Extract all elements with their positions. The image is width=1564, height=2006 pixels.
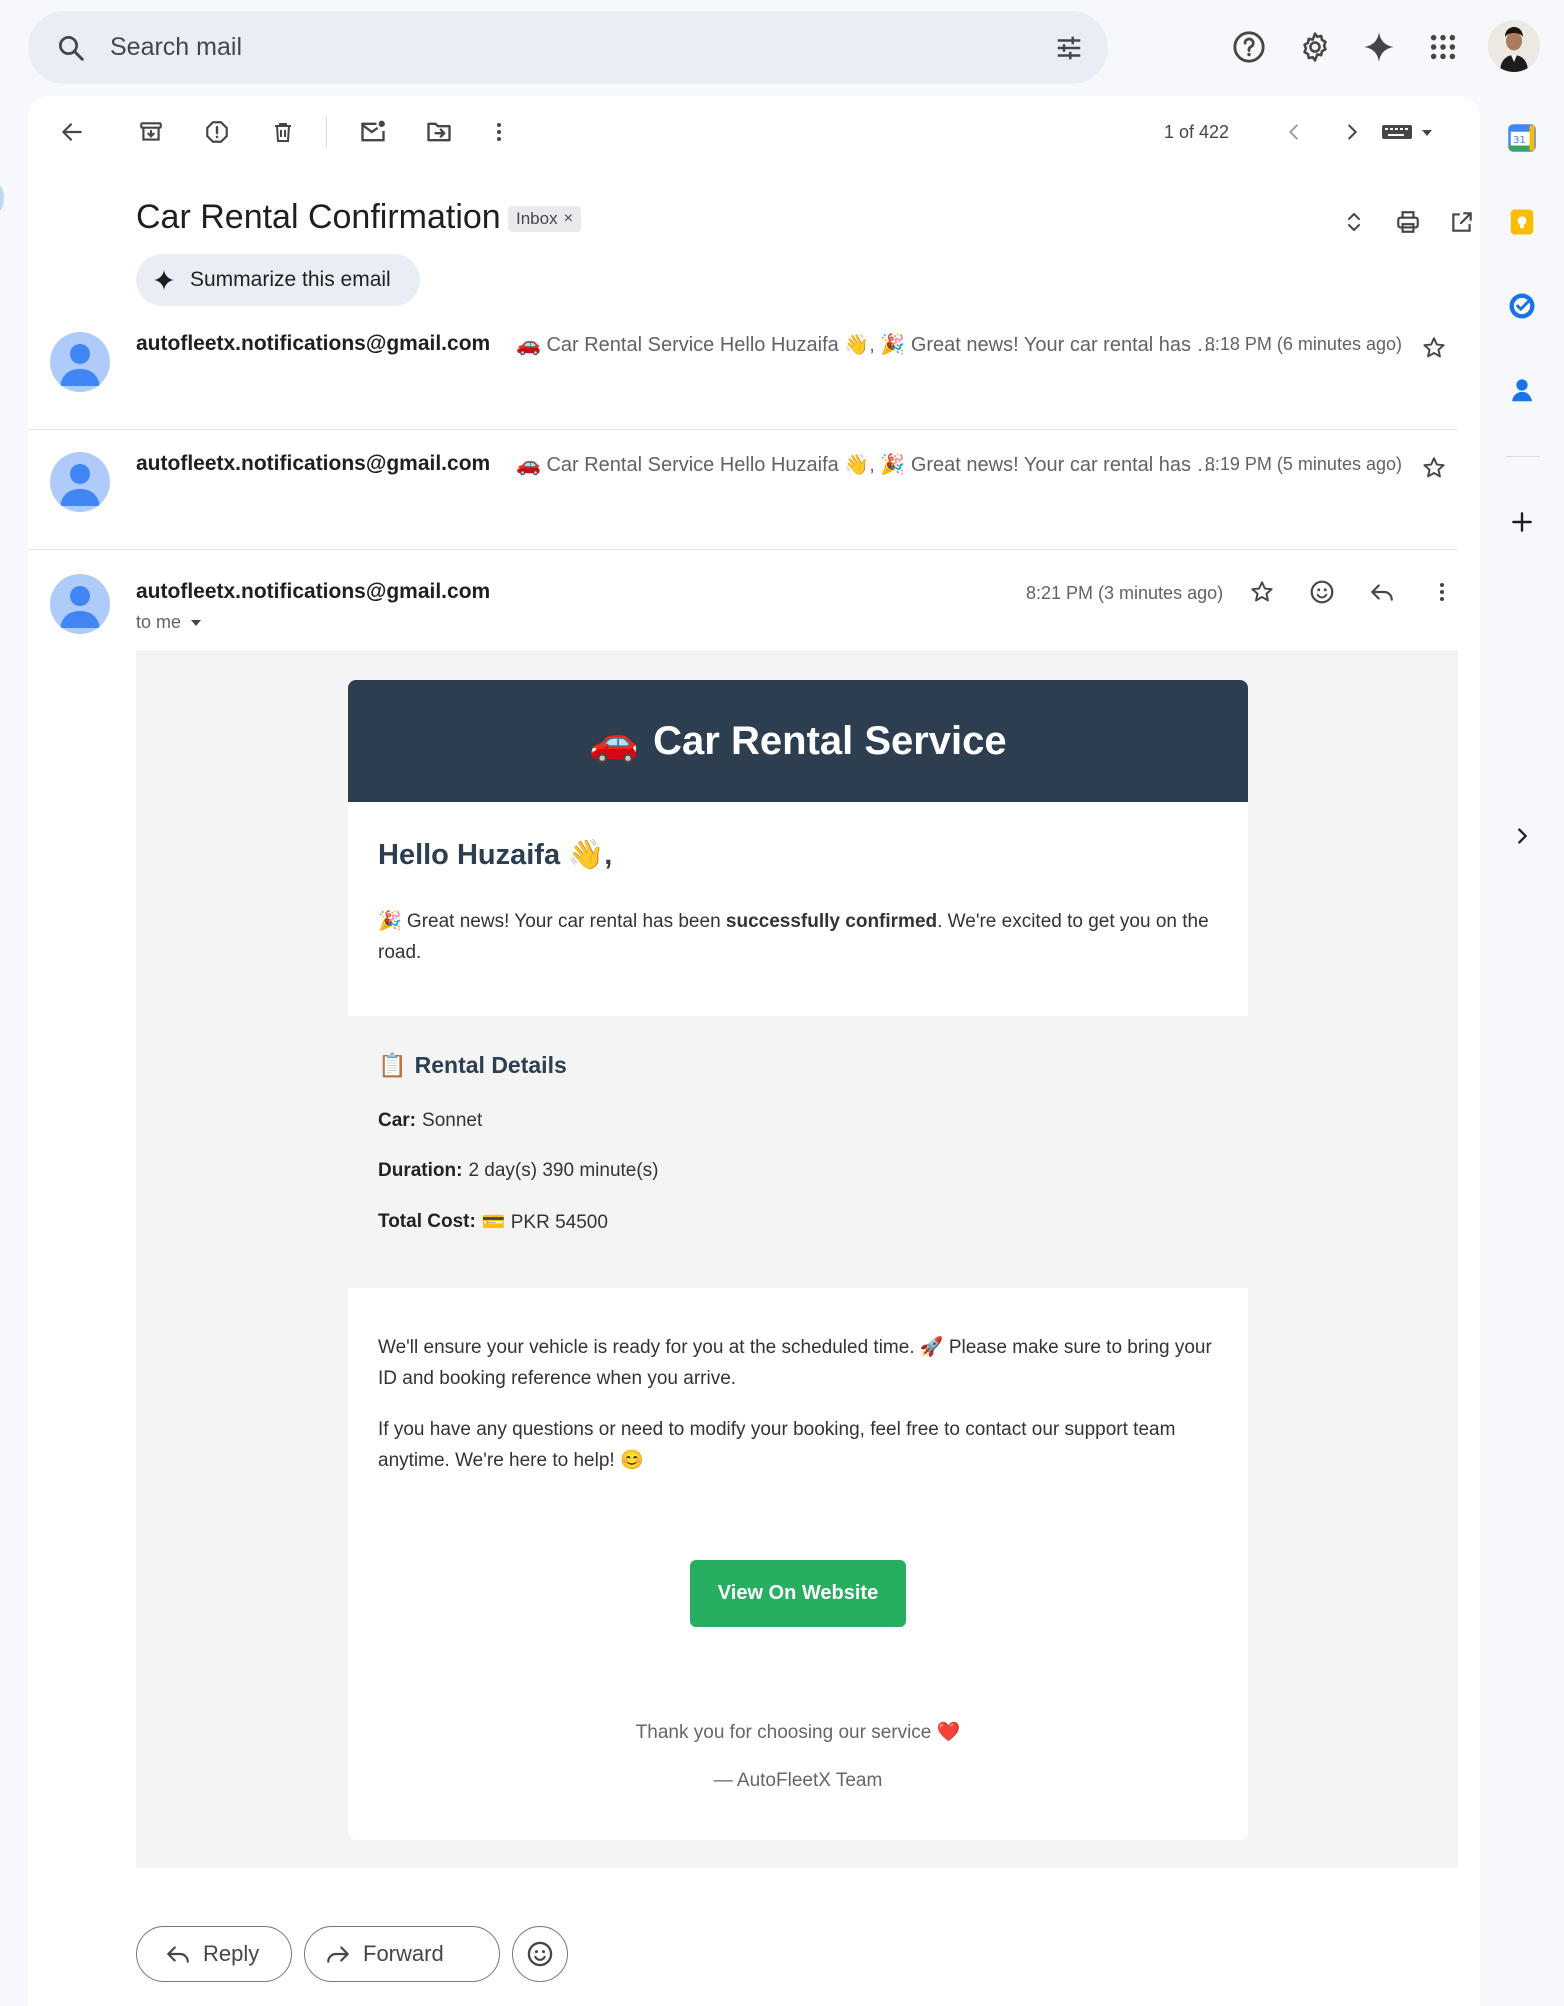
details-title-text: Rental Details	[414, 1052, 567, 1078]
car-value: Sonnet	[422, 1110, 483, 1131]
reading-pane: 1 of 422 Car Rental Confirmation Inbox ×…	[28, 96, 1480, 2006]
sender-email: autofleetx.notifications@gmail.com	[136, 332, 491, 355]
add-reaction-emoji-icon[interactable]	[1300, 570, 1344, 614]
smiley-emoji-icon	[526, 1940, 554, 1968]
forward-arrow-icon	[325, 1941, 351, 1967]
delete-trash-icon[interactable]	[261, 110, 305, 154]
banner-title: Car Rental Service	[653, 718, 1007, 763]
intro-paragraph: 🎉 Great news! Your car rental has been s…	[378, 906, 1218, 968]
side-panel-divider	[1506, 456, 1540, 457]
sender-avatar	[50, 332, 110, 392]
back-arrow-icon[interactable]	[50, 110, 94, 154]
email-subject: Car Rental Confirmation	[136, 198, 501, 236]
thread-message-collapsed[interactable]: autofleetx.notifications@gmail.com 🚗 Car…	[28, 310, 1458, 430]
more-options-icon[interactable]	[1420, 570, 1464, 614]
cost-value: 💳 PKR 54500	[481, 1212, 608, 1233]
rental-details-box: 📋 Rental Details Car: Sonnet Duration: 2…	[348, 1016, 1248, 1288]
label-name: Inbox	[516, 209, 558, 228]
email-banner: 🚗 Car Rental Service	[348, 680, 1248, 802]
message-time: 8:19 PM (5 minutes ago)	[1204, 454, 1402, 474]
ready-paragraph: We'll ensure your vehicle is ready for y…	[378, 1337, 1212, 1389]
star-icon[interactable]	[1240, 570, 1284, 614]
car-label: Car:	[378, 1110, 417, 1131]
star-icon[interactable]	[1414, 448, 1454, 488]
remove-label-icon[interactable]: ×	[564, 210, 573, 228]
sender-email: autofleetx.notifications@gmail.com	[136, 452, 491, 475]
gemini-sparkle-icon[interactable]	[1354, 22, 1404, 72]
left-panel-edge	[0, 184, 4, 212]
keep-app-icon[interactable]	[1504, 204, 1540, 240]
caret-down-icon	[189, 616, 203, 630]
email-body: 🚗 Car Rental Service Hello Huzaifa 👋, 🎉 …	[136, 650, 1458, 1868]
duration-label: Duration:	[378, 1160, 463, 1181]
email-content-card: 🚗 Car Rental Service Hello Huzaifa 👋, 🎉 …	[348, 680, 1248, 1840]
more-options-icon[interactable]	[477, 110, 521, 154]
reply-arrow-icon[interactable]	[1360, 570, 1404, 614]
duration-value: 2 day(s) 390 minute(s)	[468, 1160, 659, 1181]
sender-email[interactable]: autofleetx.notifications@gmail.com	[136, 580, 490, 604]
account-avatar[interactable]	[1488, 20, 1540, 72]
contacts-app-icon[interactable]	[1504, 372, 1540, 408]
summarize-label: Summarize this email	[190, 268, 391, 291]
cost-label: Total Cost:	[378, 1211, 476, 1232]
reply-button[interactable]: Reply	[136, 1926, 292, 1982]
message-snippet: 🚗 Car Rental Service Hello Huzaifa 👋, 🎉 …	[516, 334, 1217, 356]
print-icon[interactable]	[1386, 200, 1430, 244]
add-reaction-button[interactable]	[512, 1926, 568, 1982]
get-addons-plus-icon[interactable]	[1504, 504, 1540, 540]
message-time: 8:18 PM (6 minutes ago)	[1204, 334, 1402, 354]
car-emoji-icon: 🚗	[589, 719, 640, 764]
thread-message-collapsed[interactable]: autofleetx.notifications@gmail.com 🚗 Car…	[28, 430, 1458, 550]
summarize-email-button[interactable]: Summarize this email	[136, 254, 420, 306]
star-icon[interactable]	[1414, 328, 1454, 368]
settings-gear-icon[interactable]	[1290, 22, 1340, 72]
search-icon[interactable]	[52, 29, 90, 67]
inbox-label-chip[interactable]: Inbox ×	[508, 206, 581, 232]
signature: — AutoFleetX Team	[713, 1770, 883, 1791]
expand-all-icon[interactable]	[1332, 200, 1376, 244]
report-spam-icon[interactable]	[195, 110, 239, 154]
reply-arrow-icon	[165, 1941, 191, 1967]
forward-label: Forward	[363, 1941, 444, 1966]
support-paragraph: If you have any questions or need to mod…	[378, 1419, 1176, 1471]
thanks-line: Thank you for choosing our service ❤️	[635, 1722, 961, 1743]
intro-prefix: 🎉 Great news! Your car rental has been	[378, 911, 726, 932]
detail-car: Car: Sonnet	[378, 1110, 482, 1132]
open-in-new-window-icon[interactable]	[1440, 200, 1484, 244]
sender-avatar	[50, 452, 110, 512]
detail-duration: Duration: 2 day(s) 390 minute(s)	[378, 1160, 659, 1182]
clipboard-emoji-icon: 📋	[378, 1052, 407, 1078]
sparkle-icon	[152, 268, 176, 292]
search-options-icon[interactable]	[1050, 29, 1088, 67]
message-counter: 1 of 422	[1164, 122, 1230, 142]
help-icon[interactable]	[1224, 22, 1274, 72]
search-input[interactable]: Search mail	[110, 33, 242, 62]
archive-icon[interactable]	[129, 110, 173, 154]
message-time: 8:21 PM (3 minutes ago)	[1026, 583, 1224, 603]
recipients-label: to me	[136, 612, 182, 632]
message-snippet: 🚗 Car Rental Service Hello Huzaifa 👋, 🎉 …	[516, 454, 1217, 476]
detail-cost: Total Cost: 💳 PKR 54500	[378, 1210, 608, 1234]
view-on-website-button[interactable]: View On Website	[690, 1560, 906, 1627]
show-side-panel-chevron-icon[interactable]	[1504, 818, 1540, 854]
move-to-folder-icon[interactable]	[417, 110, 461, 154]
newer-chevron-left-icon[interactable]	[1272, 110, 1316, 154]
mark-unread-icon[interactable]	[351, 110, 395, 154]
toolbar-divider	[326, 116, 327, 148]
greeting: Hello Huzaifa 👋,	[378, 839, 613, 871]
tasks-app-icon[interactable]	[1504, 288, 1540, 324]
sender-avatar	[50, 574, 110, 634]
search-bar[interactable]: Search mail	[28, 11, 1108, 84]
svg-text:31: 31	[1513, 135, 1526, 146]
reply-label: Reply	[203, 1941, 260, 1966]
apps-grid-icon[interactable]	[1418, 22, 1468, 72]
intro-bold: successfully confirmed	[725, 911, 938, 932]
input-tools-keyboard-icon[interactable]	[1368, 110, 1452, 154]
recipients-dropdown[interactable]: to me	[136, 612, 203, 633]
calendar-app-icon[interactable]: 31	[1504, 120, 1540, 156]
forward-button[interactable]: Forward	[304, 1926, 500, 1982]
row-divider	[28, 549, 1458, 550]
rental-details-heading: 📋 Rental Details	[378, 1052, 567, 1079]
